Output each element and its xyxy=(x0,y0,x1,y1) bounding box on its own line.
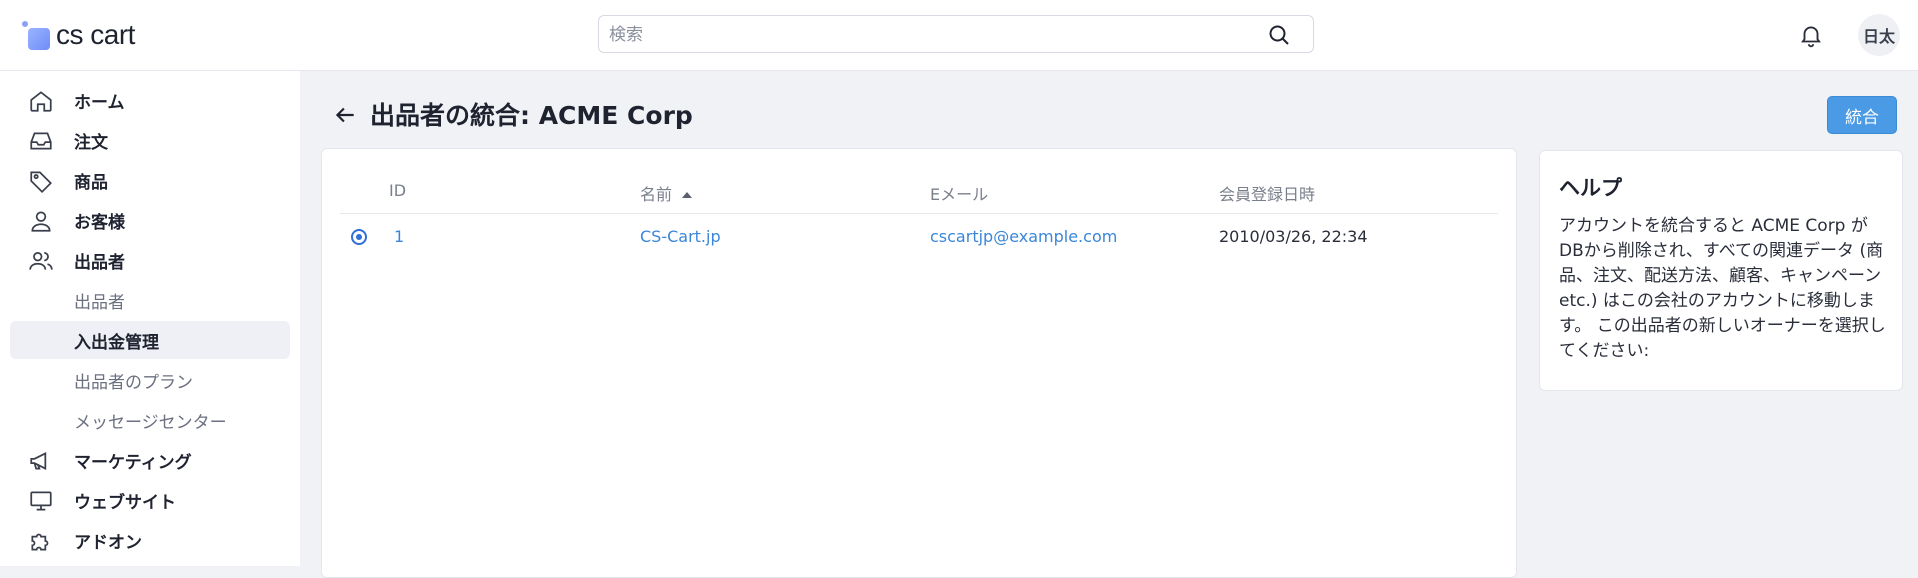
sidebar-item-orders[interactable]: 注文 xyxy=(10,121,290,159)
column-header-name-label: 名前 xyxy=(640,185,673,204)
column-header-email[interactable]: Eメール xyxy=(930,181,988,205)
sidebar-item-marketing[interactable]: マーケティング xyxy=(10,441,290,479)
row-id[interactable]: 1 xyxy=(394,227,404,246)
sidebar-subitem-label: メッセージセンター xyxy=(74,412,227,433)
help-body: アカウントを統合すると ACME Corp が DBから削除され、すべての関連デ… xyxy=(1559,216,1886,361)
home-icon xyxy=(30,91,52,112)
sidebar: ホーム 注文 商品 お客様 出品者 出品者 入出金管理 出品者のプラン メッセー… xyxy=(0,71,300,566)
avatar[interactable]: 日太 xyxy=(1858,14,1900,56)
table-header-divider xyxy=(340,213,1498,214)
column-header-name[interactable]: 名前 xyxy=(640,181,693,205)
sidebar-item-label: 注文 xyxy=(74,132,108,153)
sidebar-subitem-label: 出品者のプラン xyxy=(74,372,193,393)
cs-cart-logo[interactable]: cs cart xyxy=(22,18,135,52)
row-name-link[interactable]: CS-Cart.jp xyxy=(640,227,721,246)
row-email-link[interactable]: cscartjp@example.com xyxy=(930,227,1117,246)
sidebar-item-label: アドオン xyxy=(74,532,142,553)
sidebar-item-vendors[interactable]: 出品者 xyxy=(10,241,290,279)
tag-icon xyxy=(30,171,52,194)
sidebar-subitem-vendor-plans[interactable]: 出品者のプラン xyxy=(10,361,290,399)
sidebar-subitem-vendors[interactable]: 出品者 xyxy=(10,281,290,319)
help-title: ヘルプ xyxy=(1559,176,1622,200)
sidebar-item-label: 商品 xyxy=(74,172,108,193)
sidebar-item-website[interactable]: ウェブサイト xyxy=(10,481,290,519)
sidebar-item-addons[interactable]: アドオン xyxy=(10,521,290,559)
search-box[interactable] xyxy=(598,15,1314,53)
user-icon xyxy=(31,211,51,232)
sidebar-item-customers[interactable]: お客様 xyxy=(10,201,290,239)
sidebar-item-label: ホーム xyxy=(74,92,125,113)
sidebar-subitem-message-center[interactable]: メッセージセンター xyxy=(10,401,290,439)
logo-text: cs cart xyxy=(56,19,135,50)
row-registered: 2010/03/26, 22:34 xyxy=(1219,227,1368,246)
column-header-registered[interactable]: 会員登録日時 xyxy=(1219,181,1315,205)
megaphone-icon xyxy=(30,452,47,470)
bell-icon[interactable] xyxy=(1798,22,1824,48)
logo-mark-icon xyxy=(22,21,50,50)
sidebar-item-label: 出品者 xyxy=(74,252,125,273)
search-icon[interactable] xyxy=(1267,23,1291,47)
puzzle-icon xyxy=(31,533,49,551)
column-header-id[interactable]: ID xyxy=(389,181,406,200)
sidebar-item-products[interactable]: 商品 xyxy=(10,161,290,199)
users-icon xyxy=(29,252,53,270)
top-bar: cs cart 日太 xyxy=(0,0,1918,71)
back-arrow-icon[interactable] xyxy=(332,102,358,128)
sidebar-subitem-label: 出品者 xyxy=(74,292,125,313)
sidebar-subitem-accounting[interactable]: 入出金管理 xyxy=(10,321,290,359)
monitor-icon xyxy=(30,491,52,511)
page-title: 出品者の統合: ACME Corp xyxy=(370,101,693,130)
merge-button[interactable]: 統合 xyxy=(1827,96,1897,134)
sidebar-subitem-label: 入出金管理 xyxy=(74,332,159,353)
row-select-radio[interactable] xyxy=(351,229,367,245)
sort-ascending-icon xyxy=(682,192,693,198)
sidebar-item-home[interactable]: ホーム xyxy=(10,81,290,119)
inbox-icon xyxy=(30,132,52,150)
sidebar-item-label: お客様 xyxy=(74,212,125,233)
sidebar-item-label: マーケティング xyxy=(74,452,192,473)
search-input[interactable] xyxy=(607,22,1231,48)
sidebar-item-label: ウェブサイト xyxy=(74,492,176,513)
